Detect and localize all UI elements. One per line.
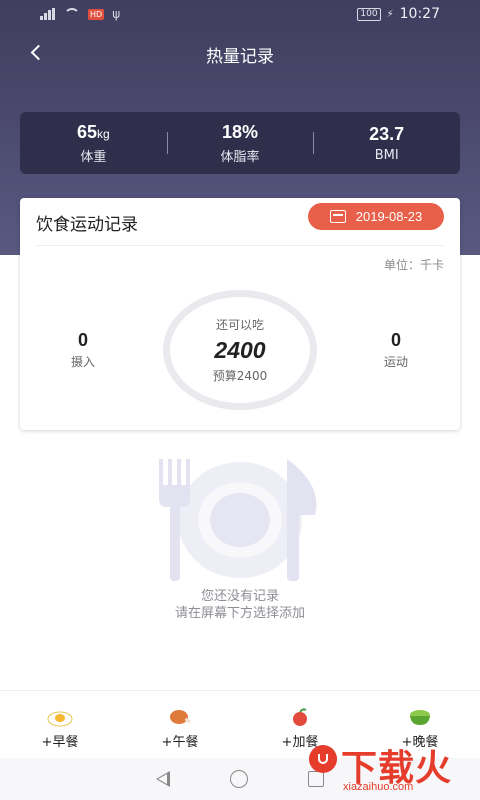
stat-weight-label: 体重 xyxy=(80,149,107,165)
stat-body-fat-value: 18% xyxy=(221,121,259,142)
date-picker-button[interactable]: 2019-08-23 xyxy=(308,203,444,230)
budget-label: 预算2400 xyxy=(212,369,268,383)
calorie-ring: 还可以吃 2400 预算2400 xyxy=(163,290,317,410)
battery-icon: 100 xyxy=(357,7,381,21)
drumstick-icon xyxy=(170,710,191,724)
nav-home-icon[interactable] xyxy=(230,770,248,788)
watermark-url: xiazaihuo.com xyxy=(343,781,414,793)
empty-plate-illustration xyxy=(159,459,317,581)
apple-icon xyxy=(293,708,307,726)
stat-bmi-label: BMI xyxy=(374,147,399,163)
empty-message-line2: 请在屏幕下方选择添加 xyxy=(174,606,305,621)
status-bar: HD ψ 100 ⚡ 10:27 xyxy=(0,0,480,30)
add-lunch-button[interactable]: +午餐 xyxy=(120,691,240,758)
usb-icon: ψ xyxy=(112,7,121,21)
calendar-icon xyxy=(329,210,346,223)
date-label: 2019-08-23 xyxy=(355,209,423,224)
exercise-value: 0 xyxy=(390,330,401,350)
fried-egg-icon xyxy=(47,711,73,727)
watermark-logo: 下载火 xiazaihuo.com xyxy=(277,735,472,797)
intake-label: 摄入 xyxy=(70,355,95,369)
page-title: 热量记录 xyxy=(206,47,274,67)
card-divider xyxy=(36,245,444,246)
remaining-value: 2400 xyxy=(214,337,266,363)
intake-value: 0 xyxy=(77,330,88,350)
stat-weight: 65kg 体重 xyxy=(20,112,167,174)
stat-bmi: 23.7 BMI xyxy=(313,112,460,174)
status-right: 100 ⚡ 10:27 xyxy=(357,6,440,22)
hd-badge: HD xyxy=(88,8,105,20)
add-lunch-label: +午餐 xyxy=(161,735,199,750)
status-time: 10:27 xyxy=(399,6,440,22)
wifi-icon xyxy=(64,8,80,20)
add-breakfast-button[interactable]: +早餐 xyxy=(0,691,120,758)
signal-icon xyxy=(40,8,56,20)
status-left: HD ψ xyxy=(40,7,120,21)
stat-weight-value: 65kg xyxy=(76,121,110,142)
intake-stat: 0 摄入 xyxy=(43,330,123,370)
download-icon xyxy=(309,745,337,773)
nav-back-icon[interactable] xyxy=(156,771,170,787)
stat-bmi-value: 23.7 xyxy=(369,123,405,144)
diet-card-title: 饮食运动记录 xyxy=(36,215,138,235)
remaining-label: 还可以吃 xyxy=(215,318,264,332)
body-stats-card: 65kg 体重 18% 体脂率 23.7 BMI xyxy=(20,112,460,174)
rice-bowl-icon xyxy=(410,710,430,725)
stat-body-fat: 18% 体脂率 xyxy=(166,112,314,174)
diet-exercise-card: 饮食运动记录 2019-08-23 单位：千卡 0 摄入 还可以吃 2400 预… xyxy=(20,198,460,430)
unit-label: 单位：千卡 xyxy=(383,258,444,272)
exercise-label: 运动 xyxy=(383,355,408,369)
add-breakfast-label: +早餐 xyxy=(41,735,79,750)
exercise-stat: 0 运动 xyxy=(356,330,436,370)
stat-body-fat-label: 体脂率 xyxy=(220,149,260,165)
charging-icon: ⚡ xyxy=(386,8,394,20)
